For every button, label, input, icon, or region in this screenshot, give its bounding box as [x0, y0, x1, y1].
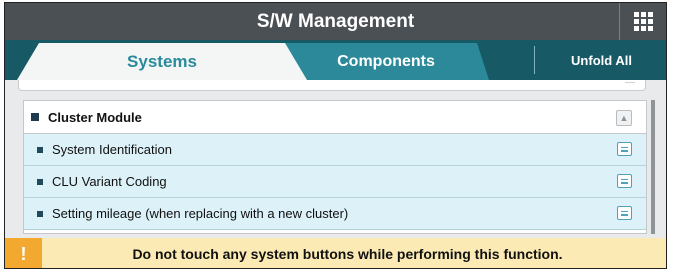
tab-components[interactable]: Components: [273, 43, 489, 80]
unfold-all-button[interactable]: Unfold All: [535, 40, 666, 80]
collapse-indicator: [625, 82, 635, 83]
bullet-icon: [31, 113, 39, 121]
bullet-icon: [37, 146, 43, 153]
list-item-setting-mileage[interactable]: Setting mileage (when replacing with a n…: [24, 198, 646, 230]
grid-menu-icon: [633, 12, 653, 31]
system-list: Cluster Module ▲ System Identification C…: [5, 80, 666, 238]
module-header[interactable]: Cluster Module ▲: [24, 101, 646, 134]
page-title: S/W Management: [256, 10, 415, 32]
previous-module-card: [18, 80, 646, 91]
unfold-all-label: Unfold All: [571, 52, 632, 68]
tab-systems-label: Systems: [127, 51, 197, 71]
tab-bar: Components Systems Unfold All: [5, 40, 666, 80]
list-item-label: System Identification: [52, 142, 172, 157]
document-icon[interactable]: [617, 174, 632, 188]
list-item-clu-variant-coding[interactable]: CLU Variant Coding: [24, 166, 646, 198]
tab-components-label: Components: [337, 52, 435, 70]
collapse-arrow-icon[interactable]: ▲: [616, 110, 632, 126]
document-icon[interactable]: [617, 206, 632, 220]
scrollbar-thumb[interactable]: [651, 100, 655, 234]
list-item-system-identification[interactable]: System Identification: [24, 134, 646, 166]
list-item-label: CLU Variant Coding: [52, 174, 167, 189]
bullet-icon: [37, 210, 43, 217]
cluster-module-group: Cluster Module ▲ System Identification C…: [23, 100, 647, 234]
tab-systems[interactable]: Systems: [17, 43, 307, 80]
menu-button[interactable]: [619, 3, 666, 40]
warning-icon: !: [5, 238, 42, 268]
sw-management-window: S/W Management Components Systems Unfold…: [4, 2, 667, 269]
warning-banner: ! Do not touch any system buttons while …: [5, 238, 666, 268]
document-icon[interactable]: [617, 142, 632, 156]
module-title: Cluster Module: [48, 109, 142, 125]
warning-message: Do not touch any system buttons while pe…: [132, 246, 563, 262]
title-bar: S/W Management: [5, 3, 666, 40]
bullet-icon: [37, 178, 43, 185]
list-item-label: Setting mileage (when replacing with a n…: [52, 206, 349, 221]
